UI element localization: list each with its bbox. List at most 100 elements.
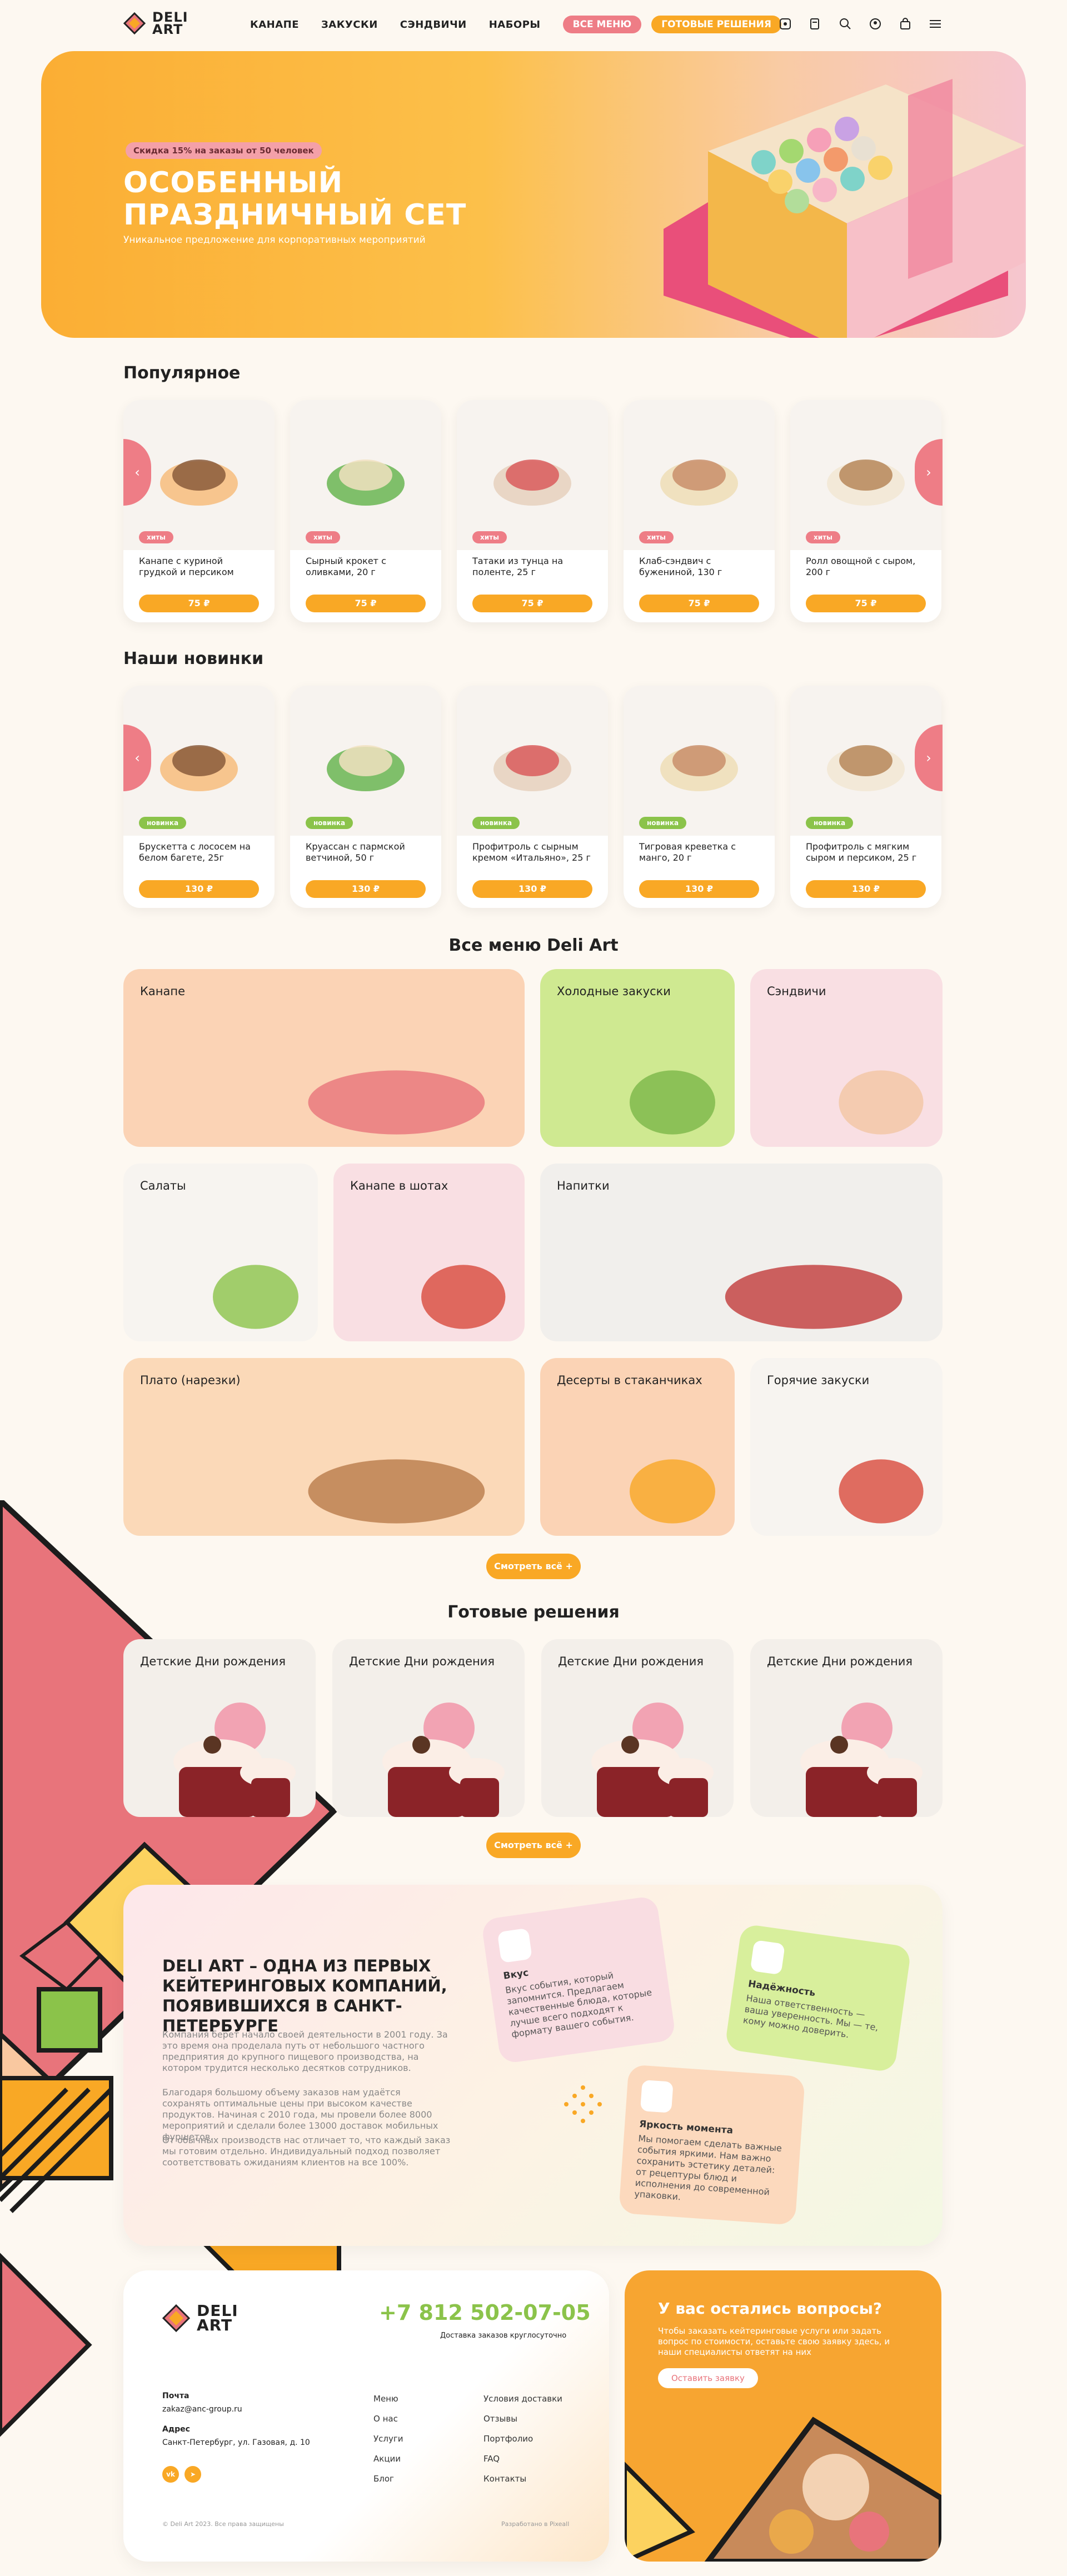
price-button[interactable]: 75 ₽: [139, 595, 259, 612]
product-image: [457, 686, 608, 836]
new-title: Наши новинки: [123, 649, 264, 668]
footer-link-blog[interactable]: Блог: [373, 2474, 394, 2484]
contact-title: У вас остались вопросы?: [658, 2299, 882, 2318]
price-button[interactable]: 130 ₽: [306, 880, 426, 898]
logo-icon: [123, 12, 146, 35]
nav-canape[interactable]: КАНАПЕ: [250, 19, 299, 31]
logo[interactable]: DELI ART: [123, 11, 188, 36]
menu-tile-label: Напитки: [557, 1179, 610, 1192]
about-paragraph-1: Компания берет начало своей деятельности…: [162, 2029, 448, 2073]
menu-tile[interactable]: Канапе: [123, 969, 525, 1147]
menu-tile[interactable]: Холодные закуски: [540, 969, 735, 1147]
new-card[interactable]: новинка Круассан с пармской ветчиной, 50 …: [290, 686, 441, 908]
ready-tile-label: Детские Дни рождения: [140, 1655, 286, 1668]
about-section: DELI ART – ОДНА ИЗ ПЕРВЫХ КЕЙТЕРИНГОВЫХ …: [123, 1885, 943, 2246]
nav-sandwiches[interactable]: СЭНДВИЧИ: [400, 19, 467, 31]
developer-credit[interactable]: Разработано в Pixeall: [501, 2520, 569, 2528]
all-menu-button[interactable]: ВСЕ МЕНЮ: [562, 16, 642, 33]
price-button[interactable]: 75 ₽: [639, 595, 759, 612]
footer-link-about[interactable]: О нас: [373, 2414, 398, 2424]
new-card[interactable]: новинка Профитроль с сырным кремом «Италь…: [457, 686, 608, 908]
menu-tile[interactable]: Салаты: [123, 1164, 318, 1341]
price-button[interactable]: 75 ₽: [472, 595, 592, 612]
nav-snacks[interactable]: ЗАКУСКИ: [321, 19, 378, 31]
menu-tile[interactable]: Напитки: [540, 1164, 943, 1341]
phone-note: Доставка заказов круглосуточно: [440, 2332, 567, 2340]
chevron-left-icon: ‹: [134, 750, 140, 766]
menu-tile-label: Горячие закуски: [767, 1374, 870, 1387]
footer-link-menu[interactable]: Меню: [373, 2394, 398, 2404]
user-icon[interactable]: [868, 17, 882, 31]
telegram-icon[interactable]: ➤: [185, 2466, 201, 2483]
menu-tile-image: [839, 1459, 924, 1524]
menu-see-all-button[interactable]: Смотреть всё +: [486, 1554, 581, 1579]
reliability-icon: [750, 1940, 785, 1975]
product-tag: хиты: [806, 531, 840, 543]
price-button[interactable]: 130 ₽: [472, 880, 592, 898]
popular-card[interactable]: хиты Ролл овощной с сыром, 200 г 75 ₽: [790, 400, 941, 622]
product-tag: новинка: [639, 817, 687, 829]
price-button[interactable]: 75 ₽: [306, 595, 426, 612]
menu-tile[interactable]: Канапе в шотах: [333, 1164, 525, 1341]
ready-tile[interactable]: Детские Дни рождения: [541, 1639, 734, 1817]
vk-icon[interactable]: vk: [162, 2466, 179, 2483]
menu-tile[interactable]: Плато (нарезки): [123, 1358, 525, 1536]
menu-tile-label: Холодные закуски: [557, 985, 671, 998]
ready-tile[interactable]: Детские Дни рождения: [123, 1639, 316, 1817]
menu-icon[interactable]: [928, 17, 943, 31]
menu-tile-image: [213, 1265, 298, 1329]
footer-link-services[interactable]: Услуги: [373, 2434, 403, 2444]
new-card[interactable]: новинка Брускетта с лососем на белом баге…: [123, 686, 275, 908]
menu-tile[interactable]: Горячие закуски: [750, 1358, 943, 1536]
price-button[interactable]: 130 ₽: [639, 880, 759, 898]
footer-link-portfolio[interactable]: Портфолио: [483, 2434, 533, 2444]
nav-sets[interactable]: НАБОРЫ: [489, 19, 541, 31]
ready-solutions-button[interactable]: ГОТОВЫЕ РЕШЕНИЯ: [651, 16, 781, 33]
popular-card[interactable]: хиты Канапе с куриной грудкой и персиком 7…: [123, 400, 275, 622]
menu-tile[interactable]: Десерты в стаканчиках: [540, 1358, 735, 1536]
cart-icon[interactable]: [898, 17, 913, 31]
menu-tile[interactable]: Сэндвичи: [750, 969, 943, 1147]
product-tag: новинка: [806, 817, 854, 829]
search-icon[interactable]: [838, 17, 852, 31]
ready-tile[interactable]: Детские Дни рождения: [332, 1639, 525, 1817]
footer-logo[interactable]: DELI ART: [162, 2303, 238, 2333]
new-card[interactable]: новинка Тигровая креветка с манго, 20 г 13…: [624, 686, 775, 908]
site-footer: DELI ART +7 812 502-07-05 Доставка заказ…: [123, 2270, 609, 2562]
mail-link[interactable]: zakaz@anc-group.ru: [162, 2405, 242, 2414]
leave-request-button[interactable]: Оставить заявку: [658, 2368, 758, 2388]
new-card[interactable]: новинка Профитроль с мягким сыром и перси…: [790, 686, 941, 908]
price-button[interactable]: 75 ₽: [806, 595, 926, 612]
chevron-left-icon: ‹: [134, 465, 140, 480]
footer-link-faq[interactable]: FAQ: [483, 2454, 500, 2464]
address-text: Санкт-Петербург, ул. Газовая, д. 10: [162, 2438, 310, 2447]
product-tag: новинка: [472, 817, 520, 829]
main-nav: КАНАПЕ ЗАКУСКИ СЭНДВИЧИ НАБОРЫ ВСЕ МЕНЮ …: [250, 16, 781, 33]
hero-banner[interactable]: Скидка 15% на заказы от 50 человек ОСОБЕ…: [41, 51, 1026, 338]
footer-link-delivery[interactable]: Условия доставки: [483, 2394, 562, 2404]
copyright: © Deli Art 2023. Все права защищены: [162, 2520, 284, 2528]
price-button[interactable]: 130 ₽: [806, 880, 926, 898]
footer-phone[interactable]: +7 812 502-07-05: [379, 2300, 591, 2325]
popular-card[interactable]: хиты Сырный крокет с оливками, 20 г 75 ₽: [290, 400, 441, 622]
footer-link-contacts[interactable]: Контакты: [483, 2474, 526, 2484]
phone-icon[interactable]: [778, 17, 792, 31]
footer-link-reviews[interactable]: Отзывы: [483, 2414, 517, 2424]
ready-see-all-button[interactable]: Смотреть всё +: [486, 1833, 581, 1858]
popular-card[interactable]: хиты Татаки из тунца на поленте, 25 г 75 ₽: [457, 400, 608, 622]
product-name: Ролл овощной с сыром, 200 г: [806, 556, 916, 577]
menu-tile-image: [630, 1459, 715, 1524]
product-tag: хиты: [139, 531, 173, 543]
price-button[interactable]: 130 ₽: [139, 880, 259, 898]
menu-tile-label: Сэндвичи: [767, 985, 826, 998]
product-image: [624, 400, 775, 550]
contact-card: У вас остались вопросы? Чтобы заказать к…: [625, 2270, 941, 2562]
popular-card[interactable]: хиты Клаб-сэндвич с бужениной, 130 г 75 ₽: [624, 400, 775, 622]
ready-tile[interactable]: Детские Дни рождения: [750, 1639, 943, 1817]
menu-tile-image: [725, 1265, 903, 1329]
document-icon[interactable]: [808, 17, 822, 31]
macaron-box-image: [664, 79, 1025, 338]
footer-link-promo[interactable]: Акции: [373, 2454, 401, 2464]
cupcake-image: [382, 1703, 505, 1817]
product-name: Клаб-сэндвич с бужениной, 130 г: [639, 556, 722, 577]
